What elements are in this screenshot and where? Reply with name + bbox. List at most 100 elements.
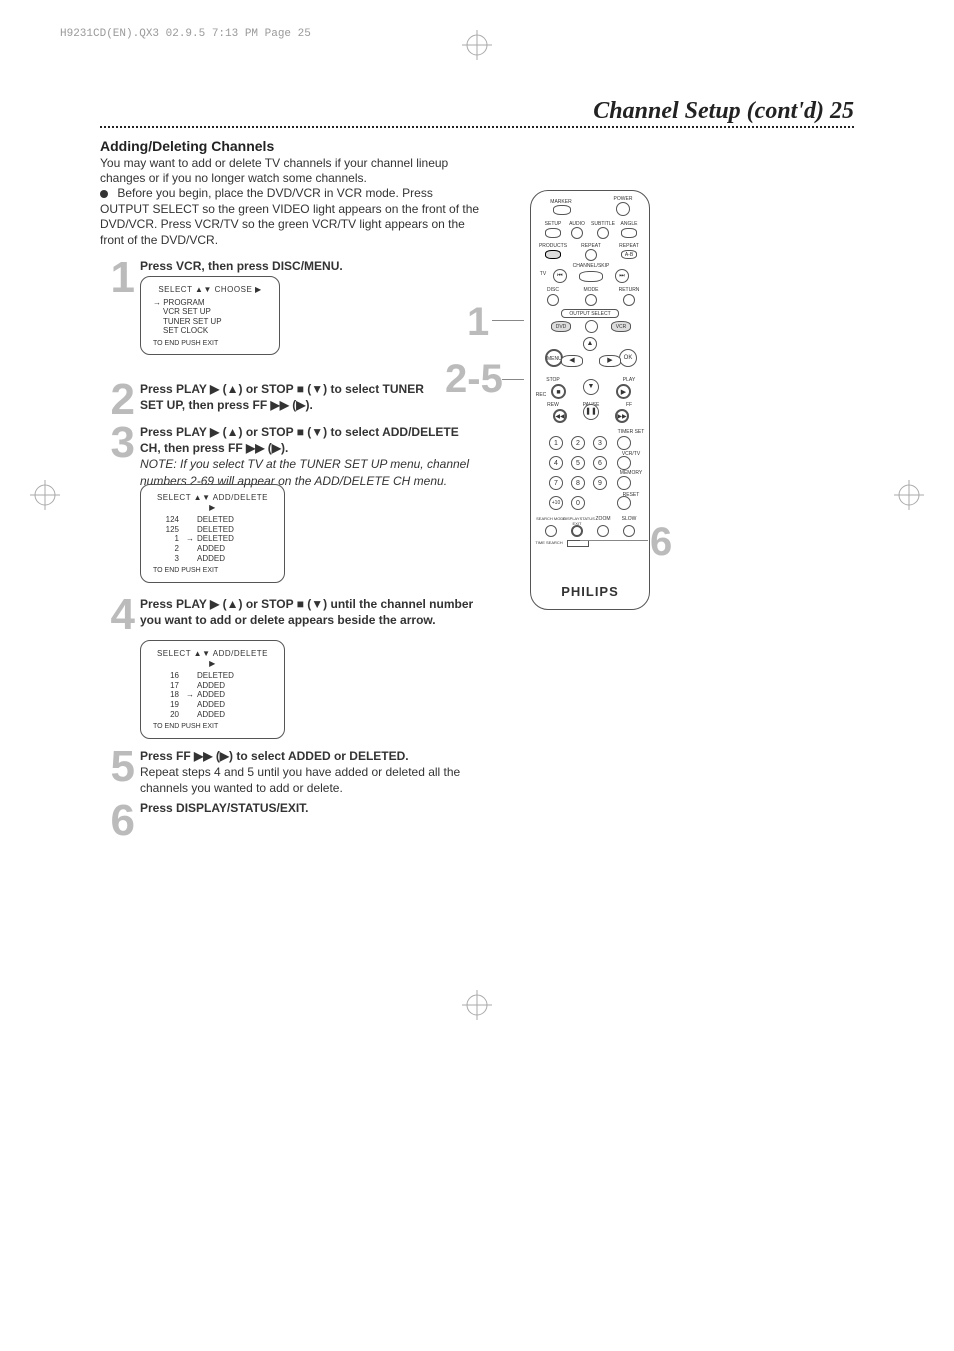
section-heading: Adding/Deleting Channels	[100, 138, 274, 154]
label-channelskip: CHANNEL/SKIP	[571, 263, 611, 269]
nav-right-button: ▶	[599, 355, 621, 367]
products-button	[545, 250, 561, 259]
osd-box-4: SELECT ▲▼ ADD/DELETE ▶ 16DELETED 17ADDED…	[140, 640, 285, 739]
num-8: 8	[571, 476, 585, 490]
num-0: 0	[571, 496, 585, 510]
step-4-bold: Press PLAY ▶ (▲) or STOP ■ (▼) until the…	[140, 597, 473, 627]
mode-button	[585, 294, 597, 306]
step-6-text: Press DISPLAY/STATUS/EXIT.	[140, 800, 480, 816]
label-rew: REW	[538, 402, 568, 408]
marker-button	[553, 205, 571, 215]
skip-next-button: ⏭	[615, 269, 629, 283]
osd-1-head: SELECT ▲▼ CHOOSE ▶	[153, 285, 267, 295]
reset-button	[617, 496, 631, 510]
output-center-button	[585, 320, 598, 333]
searchmode-button	[545, 525, 557, 537]
osd-3-row-0: 124DELETED	[153, 515, 272, 525]
step-number-6: 6	[95, 796, 135, 846]
osd-4-row-3: 19ADDED	[153, 700, 272, 710]
num-9: 9	[593, 476, 607, 490]
setup-button	[545, 228, 561, 238]
zoom-button	[597, 525, 609, 537]
nav-up-button: ▲	[583, 337, 597, 351]
step-number-4: 4	[95, 590, 135, 640]
vcrtv-button	[617, 456, 631, 470]
num-5: 5	[571, 456, 585, 470]
crop-mark-top	[462, 30, 492, 60]
num-3: 3	[593, 436, 607, 450]
osd-1-line-2: TUNER SET UP	[153, 317, 267, 327]
power-button	[616, 202, 630, 216]
vcr-button: VCR	[611, 321, 631, 332]
ff-button: ▶▶	[615, 409, 629, 423]
label-outputselect: OUTPUT SELECT	[561, 309, 619, 318]
num-4: 4	[549, 456, 563, 470]
osd-4-foot: TO END PUSH EXIT	[153, 723, 272, 731]
remote-diagram: MARKER POWER SETUP AUDIO SUBTITLE ANGLE …	[515, 190, 665, 630]
step-4-text: Press PLAY ▶ (▲) or STOP ■ (▼) until the…	[140, 596, 480, 628]
label-repeat2: REPEAT	[614, 243, 644, 249]
label-return: RETURN	[614, 287, 644, 293]
osd-4-head: SELECT ▲▼ ADD/DELETE ▶	[153, 649, 272, 668]
step-6-bold: Press DISPLAY/STATUS/EXIT.	[140, 801, 309, 815]
label-timesearch: TIME SEARCH	[533, 540, 565, 545]
dotted-rule	[100, 126, 854, 128]
label-rec: REC	[534, 392, 548, 398]
osd-3-row-2: 1→DELETED	[153, 534, 272, 544]
osd-3-row-4: 3ADDED	[153, 554, 272, 564]
osd-1-line-1: VCR SET UP	[153, 307, 267, 317]
osd-box-3: SELECT ▲▼ ADD/DELETE ▶ 124DELETED 125DEL…	[140, 484, 285, 583]
memory-button	[617, 476, 631, 490]
step-1-text: Press VCR, then press DISC/MENU.	[140, 258, 480, 274]
label-angle: ANGLE	[614, 221, 644, 227]
callout-1: 1	[467, 300, 489, 345]
label-ff: FF	[614, 402, 644, 408]
label-mode: MODE	[576, 287, 606, 293]
crop-mark-left	[30, 480, 60, 510]
disc-button	[547, 294, 559, 306]
select-button	[579, 271, 603, 282]
step-3-text: Press PLAY ▶ (▲) or STOP ■ (▼) to select…	[140, 424, 480, 489]
callout-6-line	[580, 540, 648, 541]
step-2-bold: Press PLAY ▶ (▲) or STOP ■ (▼) to select…	[140, 382, 424, 412]
osd-3-foot: TO END PUSH EXIT	[153, 567, 272, 575]
osd-4-row-4: 20ADDED	[153, 710, 272, 720]
skip-prev-button: ⏮	[553, 269, 567, 283]
step-2-text: Press PLAY ▶ (▲) or STOP ■ (▼) to select…	[140, 381, 450, 413]
osd-4-row-2: 18→ADDED	[153, 690, 272, 700]
intro-text: You may want to add or delete TV channel…	[100, 156, 480, 186]
osd-4-row-1: 17ADDED	[153, 681, 272, 691]
audio-button	[571, 227, 583, 239]
print-header: H9231CD(EN).QX3 02.9.5 7:13 PM Page 25	[60, 28, 311, 40]
callout-2-5-line	[502, 379, 524, 380]
label-products: PRODUCTS	[538, 243, 568, 249]
step-3-bold: Press PLAY ▶ (▲) or STOP ■ (▼) to select…	[140, 425, 459, 455]
play-button: ▶	[616, 384, 631, 399]
rew-button: ◀◀	[553, 409, 567, 423]
num-1: 1	[549, 436, 563, 450]
brand-logo: PHILIPS	[531, 584, 649, 599]
timerset-button	[617, 436, 631, 450]
repeat-button	[585, 249, 597, 261]
angle-button	[621, 228, 637, 238]
stop-button: ■	[551, 384, 566, 399]
bullet-dot-icon	[100, 190, 108, 198]
ab-button: A-B	[621, 250, 637, 259]
dvd-button: DVD	[551, 321, 571, 332]
bullet-text: Before you begin, place the DVD/VCR in V…	[100, 186, 479, 247]
label-reset: RESET	[616, 492, 646, 498]
step-number-1: 1	[95, 253, 135, 303]
subtitle-button	[597, 227, 609, 239]
crop-mark-bottom	[462, 990, 492, 1020]
plus10-button: +10	[549, 496, 563, 510]
step-number-3: 3	[95, 418, 135, 468]
callout-6: 6	[650, 520, 672, 565]
label-stop: STOP	[538, 377, 568, 383]
return-button	[623, 294, 635, 306]
step-5-bold: Press FF ▶▶ (▶) to select ADDED or DELET…	[140, 749, 409, 763]
slow-button	[623, 525, 635, 537]
step-number-5: 5	[95, 742, 135, 792]
nav-left-button: ◀	[561, 355, 583, 367]
num-7: 7	[549, 476, 563, 490]
osd-1-line-0: → PROGRAM	[153, 298, 267, 308]
